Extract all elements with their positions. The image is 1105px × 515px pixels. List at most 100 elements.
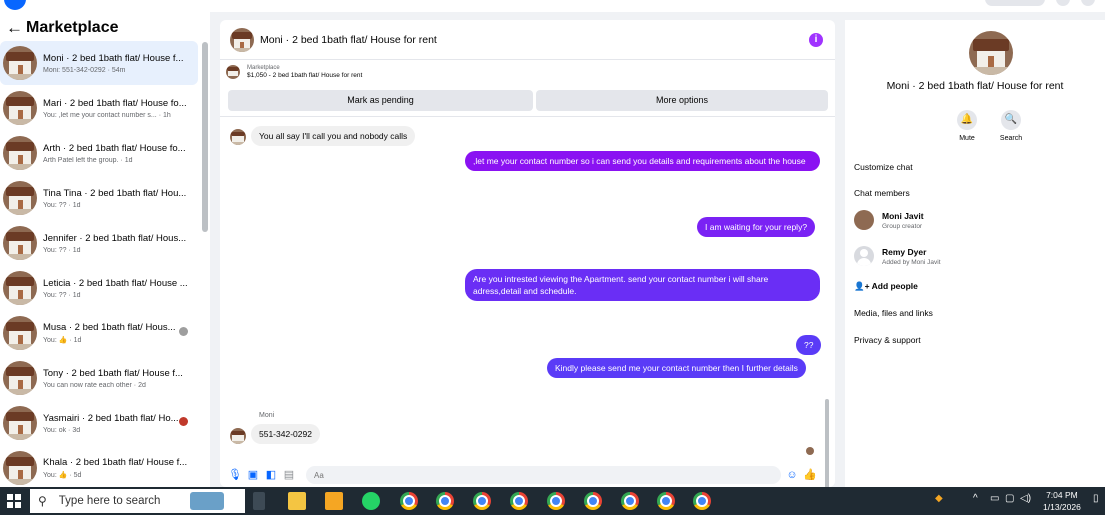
thread-item[interactable]: Leticia · 2 bed 1bath flat/ House ... You… <box>0 266 198 310</box>
member-item[interactable]: Remy Dyer Added by Moni Javit <box>854 246 941 266</box>
message-input[interactable] <box>306 466 781 484</box>
thread-item[interactable]: Musa · 2 bed 1bath flat/ Hous... You: 👍 ·… <box>0 311 198 355</box>
info-icon[interactable]: i <box>809 33 823 47</box>
clock[interactable]: 7:04 PM 1/13/2026 <box>1043 489 1081 513</box>
thread-item[interactable]: Tony · 2 bed 1bath flat/ House f... You c… <box>0 356 198 400</box>
thread-item[interactable]: Tina Tina · 2 bed 1bath flat/ Hou... You:… <box>0 176 198 220</box>
message-bubble: 551-342-0292 <box>251 424 320 444</box>
media-files-links[interactable]: Media, files and links <box>854 308 933 318</box>
file-explorer-icon[interactable] <box>288 492 306 510</box>
chrome-icon[interactable] <box>473 492 491 510</box>
avatar <box>3 91 37 125</box>
thread-item[interactable]: Arth · 2 bed 1bath flat/ House fo... Arth… <box>0 131 198 175</box>
volume-icon[interactable]: ◁) <box>1020 493 1031 504</box>
thread-preview: You can now rate each other · 2d <box>43 381 146 389</box>
thread-preview: Arth Patel left the group. · 1d <box>43 156 133 164</box>
avatar <box>3 406 37 440</box>
thread-preview: You: ?? · 1d <box>43 291 81 299</box>
message-bubble: ,let me your contact number so i can sen… <box>465 151 820 171</box>
thread-item[interactable]: Jennifer · 2 bed 1bath flat/ Hous... You:… <box>0 221 198 265</box>
add-people-button[interactable]: 👤+ Add people <box>854 281 918 292</box>
seen-indicator <box>806 447 814 455</box>
thread-name: Leticia · 2 bed 1bath flat/ House ... <box>43 277 188 289</box>
battery-icon[interactable]: ▭ <box>990 493 999 504</box>
customize-chat[interactable]: Customize chat <box>854 162 913 172</box>
thread-preview: Moni: 551-342-0292 · 54m <box>43 66 126 74</box>
thread-name: Musa · 2 bed 1bath flat/ Hous... <box>43 322 176 333</box>
thread-preview: You: ?? · 1d <box>43 246 81 254</box>
avatar <box>3 361 37 395</box>
notification-icon[interactable]: ▯ <box>1093 493 1099 504</box>
member-item[interactable]: Moni Javit Group creator <box>854 210 924 230</box>
chrome-icon[interactable] <box>657 492 675 510</box>
top-menu-icon[interactable] <box>1056 0 1070 6</box>
app-icon[interactable] <box>190 492 224 510</box>
top-account-icon[interactable] <box>1081 0 1095 6</box>
facebook-logo-icon[interactable] <box>4 0 26 10</box>
member-name: Remy Dyer <box>882 246 927 257</box>
avatar <box>3 46 37 80</box>
top-pill-button[interactable] <box>985 0 1045 6</box>
chrome-icon[interactable] <box>436 492 454 510</box>
message-list: You all say I'll call you and nobody cal… <box>220 116 835 487</box>
chrome-icon[interactable] <box>584 492 602 510</box>
message-bubble: Are you intrested viewing the Apartment.… <box>465 269 820 301</box>
thread-item[interactable]: Mari · 2 bed 1bath flat/ House fo... You:… <box>0 86 198 130</box>
member-role: Added by Moni Javit <box>882 258 941 266</box>
chat-details-panel: Moni · 2 bed 1bath flat/ House for rent … <box>845 20 1105 487</box>
chrome-icon[interactable] <box>621 492 639 510</box>
thread-item[interactable]: Yasmairi · 2 bed 1bath flat/ Ho... You: o… <box>0 401 198 445</box>
chat-header: Moni · 2 bed 1bath flat/ House for rent … <box>220 20 835 60</box>
image-icon[interactable]: ▣ <box>246 468 260 482</box>
windows-taskbar: ⚲ Type here to search ◆ ^ ▭ ▢ ◁) 7:04 PM… <box>0 487 1105 515</box>
chrome-icon[interactable] <box>547 492 565 510</box>
tray-app-icon[interactable]: ◆ <box>935 493 943 504</box>
listing-title: $1,050 - 2 bed 1bath flat/ House for ren… <box>247 72 363 79</box>
search-icon: ⚲ <box>38 494 47 508</box>
more-options-button[interactable]: More options <box>536 90 828 111</box>
thread-item[interactable]: Moni · 2 bed 1bath flat/ House f... Moni:… <box>0 41 198 85</box>
sender-avatar <box>230 428 246 444</box>
add-people-label: Add people <box>871 281 918 291</box>
chat-members-toggle[interactable]: Chat members <box>854 188 910 198</box>
seen-avatar <box>179 327 188 336</box>
bell-icon: 🔔 <box>957 110 977 130</box>
thread-preview: You: ok · 3d <box>43 426 81 434</box>
microphone-icon[interactable]: 🎙 <box>228 468 242 482</box>
chrome-icon[interactable] <box>693 492 711 510</box>
thread-preview: You: 👍 · 1d <box>43 337 82 344</box>
thread-name: Jennifer · 2 bed 1bath flat/ Hous... <box>43 232 187 244</box>
thread-preview: You: ,let me your contact number s... · … <box>43 111 171 119</box>
thread-name: Mari · 2 bed 1bath flat/ House fo... <box>43 97 187 109</box>
search-button[interactable]: 🔍 Search <box>991 110 1031 142</box>
mute-button[interactable]: 🔔 Mute <box>947 110 987 142</box>
task-view-icon[interactable] <box>253 492 265 510</box>
message-bubble: Kindly please send me your contact numbe… <box>547 358 806 378</box>
thumbs-up-icon[interactable]: 👍 <box>803 468 817 482</box>
message-sender: Moni <box>259 412 275 419</box>
emoji-icon[interactable]: ☺ <box>785 468 799 482</box>
arrow-left-icon[interactable]: ← <box>6 18 23 38</box>
sender-avatar <box>230 129 246 145</box>
search-icon: 🔍 <box>1001 110 1021 130</box>
chat-title[interactable]: Moni · 2 bed 1bath flat/ House for rent <box>260 34 437 46</box>
chrome-icon[interactable] <box>400 492 418 510</box>
marketplace-header: ← Marketplace <box>6 18 119 38</box>
chat-avatar[interactable] <box>230 27 254 52</box>
sticky-notes-icon[interactable] <box>325 492 343 510</box>
chevron-up-icon[interactable]: ^ <box>973 493 978 504</box>
mark-pending-button[interactable]: Mark as pending <box>228 90 533 111</box>
sticker-icon[interactable]: ◧ <box>264 468 278 482</box>
windows-start-icon[interactable] <box>7 494 21 508</box>
chrome-icon[interactable] <box>510 492 528 510</box>
listing-summary[interactable]: Marketplace $1,050 - 2 bed 1bath flat/ H… <box>226 65 362 79</box>
thread-list-scrollbar[interactable] <box>202 42 208 232</box>
network-icon[interactable]: ▢ <box>1005 493 1014 504</box>
gif-icon[interactable]: ▤ <box>282 468 296 482</box>
thread-item[interactable]: Khala · 2 bed 1bath flat/ House f... You:… <box>0 446 198 487</box>
search-label: Search <box>999 135 1023 142</box>
whatsapp-icon[interactable] <box>362 492 380 510</box>
privacy-support[interactable]: Privacy & support <box>854 335 921 345</box>
clock-date: 1/13/2026 <box>1043 502 1081 512</box>
top-strip <box>0 0 1105 12</box>
